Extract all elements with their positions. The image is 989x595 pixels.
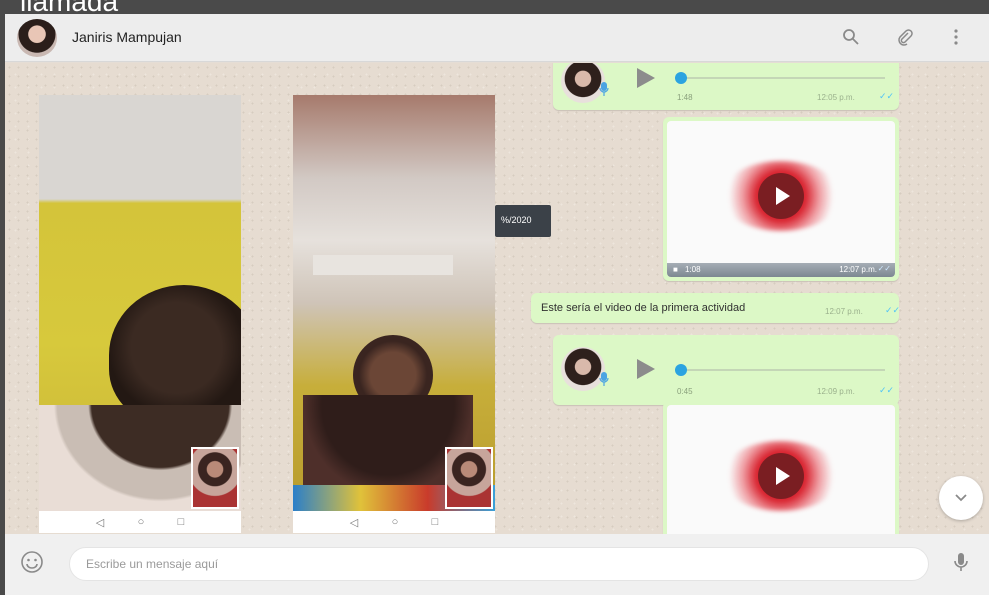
back-icon: ◁ [95,516,105,529]
caller-pip [191,447,239,509]
message-input[interactable] [69,547,929,581]
back-icon: ◁ [349,516,359,529]
call-screenshot-left: ◁ ○ □ [39,95,241,533]
video-play-icon[interactable] [758,453,804,499]
home-icon: ○ [391,516,399,528]
read-receipt-icon: ✓✓ [877,264,891,273]
video-message[interactable]: ■ 1:08 12:07 p.m. ✓✓ [663,117,899,281]
caption-text: llamada [20,0,118,14]
message-time: 12:07 p.m. [825,307,863,316]
caption-bar: llamada [0,0,989,14]
audio-duration: 1:48 [677,93,693,102]
video-thumbnail[interactable] [667,405,895,534]
microphone-icon[interactable] [949,550,973,574]
scroll-down-button[interactable] [939,476,983,520]
text-message[interactable]: Este sería el video de la primera activi… [531,293,901,323]
audio-track[interactable] [681,77,885,79]
chevron-down-icon [955,494,967,502]
emoji-icon[interactable] [20,550,44,574]
mic-icon [599,371,609,387]
android-nav-bar: ◁ ○ □ [293,511,495,533]
home-icon: ○ [137,516,145,528]
message-text: Este sería el video de la primera activi… [541,302,746,314]
play-icon[interactable] [637,359,655,379]
video-duration: 1:08 [685,265,701,274]
recents-icon: □ [431,516,439,528]
video-play-icon[interactable] [758,173,804,219]
read-receipt-icon: ✓✓ [879,385,895,395]
read-receipt-icon: ✓✓ [885,305,901,315]
read-receipt-icon: ✓✓ [879,91,895,101]
date-tooltip: %/2020 [495,205,551,237]
chat-window: Janiris Mampujan ◁ ○ □ ◁ ○ □ %/2020 1:48… [5,14,989,595]
menu-icon[interactable] [943,24,969,50]
chat-header: Janiris Mampujan [5,14,989,62]
mic-icon [599,81,609,97]
call-screenshot-right: ◁ ○ □ [293,95,495,533]
attach-icon[interactable] [892,24,918,50]
call-screenshot-image [293,95,495,511]
video-info-bar: ■ 1:08 12:07 p.m. ✓✓ [667,263,895,277]
call-screenshot-image [39,95,241,511]
caller-pip [445,447,493,509]
chat-area[interactable]: ◁ ○ □ ◁ ○ □ %/2020 1:48 12:05 p.m. ✓✓ ■ … [5,63,989,534]
recents-icon: □ [177,516,185,528]
audio-duration: 0:45 [677,387,693,396]
message-time: 12:09 p.m. [817,387,855,396]
search-icon[interactable] [838,24,864,50]
contact-avatar[interactable] [17,19,57,57]
video-thumbnail[interactable]: ■ 1:08 12:07 p.m. ✓✓ [667,121,895,277]
audio-message[interactable]: 0:45 12:09 p.m. ✓✓ [553,335,899,405]
composer-bar [5,534,989,595]
android-nav-bar: ◁ ○ □ [39,511,241,533]
audio-scrubber[interactable] [675,72,687,84]
message-time: 12:05 p.m. [817,93,855,102]
audio-message[interactable]: 1:48 12:05 p.m. ✓✓ [553,63,899,110]
message-time: 12:07 p.m. [839,265,877,274]
audio-track[interactable] [681,369,885,371]
play-icon[interactable] [637,68,655,88]
contact-name[interactable]: Janiris Mampujan [72,29,182,45]
video-message[interactable] [663,401,899,534]
video-camera-icon: ■ [673,265,678,274]
audio-scrubber[interactable] [675,364,687,376]
